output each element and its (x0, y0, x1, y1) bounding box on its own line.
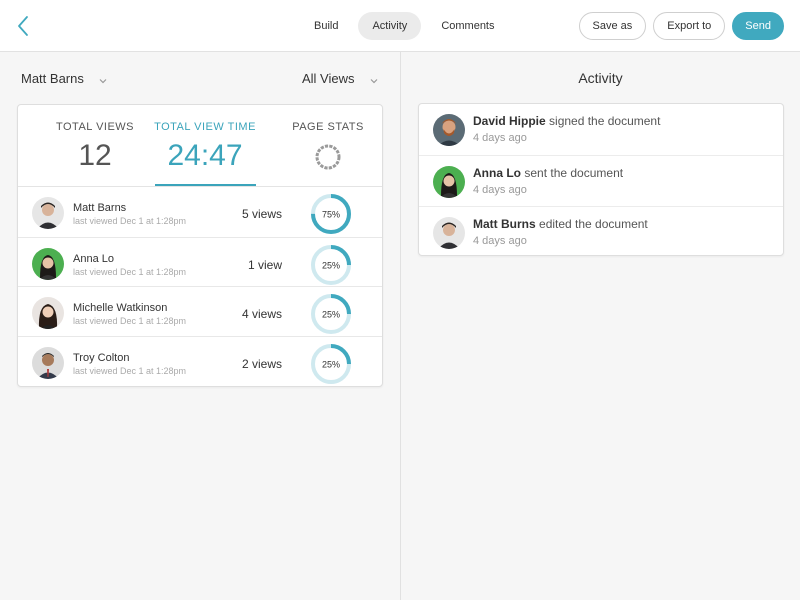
viewer-row[interactable]: Michelle Watkinson last viewed Dec 1 at … (18, 286, 382, 336)
header-actions: Save as Export to Send (578, 12, 784, 40)
viewer-last-viewed: last viewed Dec 1 at 1:28pm (73, 266, 187, 277)
activity-feed-card: David Hippie signed the document 4 days … (418, 103, 784, 256)
viewer-name: Matt Barns (73, 202, 127, 214)
viewer-view-count: 2 views (241, 356, 282, 371)
viewer-view-count: 4 views (241, 307, 282, 321)
total-views-label: TOTAL VIEWS (55, 121, 135, 133)
export-to-button[interactable]: Export to (653, 12, 726, 40)
chevron-down-icon (98, 74, 108, 84)
tab-activity[interactable]: Activity (358, 12, 422, 40)
ring-percent-label: 25% (322, 310, 340, 320)
active-stat-indicator (155, 184, 256, 186)
page-stats-stat[interactable]: PAGE STATS (268, 121, 382, 133)
avatar (32, 247, 64, 280)
page-stats-label: PAGE STATS (292, 121, 364, 133)
activity-action: signed the document (549, 114, 661, 128)
activity-title: Activity (578, 70, 623, 86)
send-button[interactable]: Send (732, 12, 784, 40)
activity-time: 4 days ago (473, 184, 527, 196)
person-filter-label: Matt Barns (21, 71, 84, 86)
tab-comments[interactable]: Comments (427, 12, 508, 40)
activity-item[interactable]: David Hippie signed the document 4 days … (419, 104, 783, 155)
activity-actor[interactable]: Anna Lo (473, 166, 521, 180)
views-filter-dropdown[interactable]: All Views (302, 71, 379, 86)
ring-percent-label: 25% (322, 260, 340, 270)
person-filter-dropdown[interactable]: Matt Barns (21, 71, 108, 86)
activity-time: 4 days ago (473, 235, 527, 247)
view-percent-ring: 75% (310, 193, 352, 235)
chevron-down-icon (369, 74, 379, 84)
activity-actor[interactable]: Matt Burns (473, 217, 536, 231)
total-view-time-label: TOTAL VIEW TIME (154, 121, 256, 133)
viewer-last-viewed: last viewed Dec 1 at 1:28pm (73, 365, 187, 376)
total-view-time-stat[interactable]: TOTAL VIEW TIME 24:47 (145, 121, 265, 173)
viewer-row[interactable]: Matt Barns last viewed Dec 1 at 1:28pm 5… (18, 187, 382, 237)
avatar (32, 197, 64, 229)
activity-time: 4 days ago (473, 132, 527, 144)
viewer-list: Matt Barns last viewed Dec 1 at 1:28pm 5… (18, 187, 382, 385)
view-percent-ring: 25% (310, 343, 352, 385)
view-percent-ring: 25% (310, 293, 352, 335)
total-views-stat[interactable]: TOTAL VIEWS 12 (35, 121, 155, 173)
avatar (433, 114, 465, 146)
stats-summary: TOTAL VIEWS 12 TOTAL VIEW TIME 24:47 PAG… (18, 105, 382, 187)
viewer-view-count: 1 view (247, 257, 282, 272)
activity-text: David Hippie signed the document (473, 114, 660, 128)
avatar (433, 166, 465, 198)
page-stats-ring-icon (314, 143, 342, 171)
avatar (32, 297, 64, 329)
view-stats-card: TOTAL VIEWS 12 TOTAL VIEW TIME 24:47 PAG… (17, 104, 383, 387)
activity-item[interactable]: Anna Lo sent the document 4 days ago (419, 155, 783, 206)
avatar (433, 217, 465, 249)
activity-text: Anna Lo sent the document (473, 166, 623, 180)
total-views-value: 12 (78, 139, 112, 172)
viewer-name: Troy Colton (73, 351, 130, 364)
top-bar: Build Activity Comments Save as Export t… (0, 0, 800, 52)
view-percent-ring: 25% (310, 244, 352, 286)
viewer-last-viewed: last viewed Dec 1 at 1:28pm (73, 216, 187, 226)
save-as-button[interactable]: Save as (578, 12, 647, 40)
viewer-name: Michelle Watkinson (73, 302, 168, 314)
views-filter-label: All Views (302, 71, 355, 86)
tab-build[interactable]: Build (300, 12, 352, 40)
total-view-time-value: 24:47 (167, 139, 243, 172)
activity-text: Matt Burns edited the document (473, 217, 648, 231)
activity-item[interactable]: Matt Burns edited the document 4 days ag… (419, 206, 783, 255)
ring-percent-label: 25% (322, 359, 340, 369)
activity-actor[interactable]: David Hippie (473, 114, 546, 128)
viewer-view-count: 5 views (241, 207, 282, 221)
back-chevron-icon[interactable] (14, 14, 34, 38)
activity-action: edited the document (539, 217, 648, 231)
viewer-last-viewed: last viewed Dec 1 at 1:28pm (73, 316, 187, 326)
pane-divider (400, 52, 401, 600)
viewer-row[interactable]: Troy Colton last viewed Dec 1 at 1:28pm … (18, 335, 382, 386)
ring-percent-label: 75% (322, 210, 340, 220)
viewer-row[interactable]: Anna Lo last viewed Dec 1 at 1:28pm 1 vi… (18, 236, 382, 287)
avatar (32, 346, 64, 379)
viewer-name: Anna Lo (73, 252, 114, 265)
view-tabs: Build Activity Comments (300, 12, 509, 40)
activity-action: sent the document (524, 166, 624, 180)
